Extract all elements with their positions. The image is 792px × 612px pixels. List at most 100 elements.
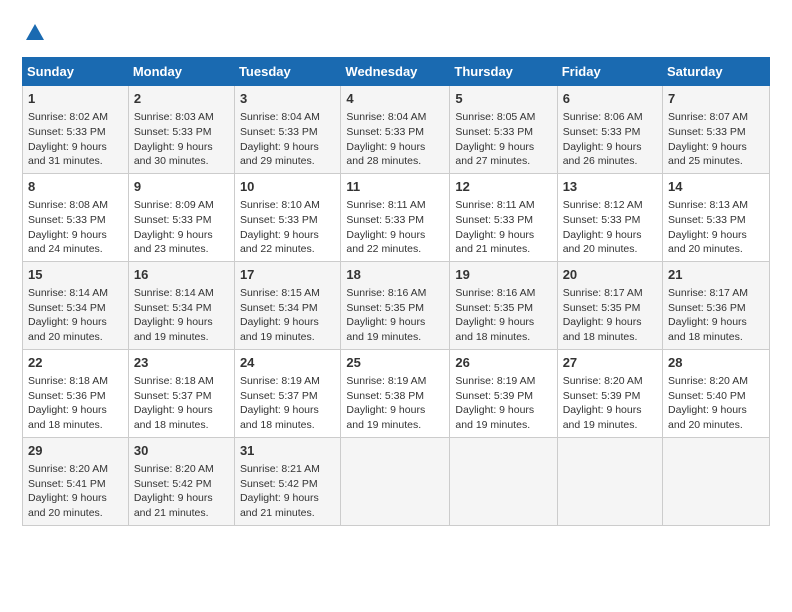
day-info: Daylight: 9 hours xyxy=(668,228,764,243)
calendar-cell: 28Sunrise: 8:20 AMSunset: 5:40 PMDayligh… xyxy=(663,349,770,437)
day-info: Sunrise: 8:19 AM xyxy=(455,374,551,389)
day-info: and 20 minutes. xyxy=(563,242,657,257)
day-info: Sunset: 5:37 PM xyxy=(134,389,229,404)
day-info: Daylight: 9 hours xyxy=(134,228,229,243)
day-info: Daylight: 9 hours xyxy=(455,228,551,243)
week-row-2: 8Sunrise: 8:08 AMSunset: 5:33 PMDaylight… xyxy=(23,173,770,261)
day-info: Daylight: 9 hours xyxy=(28,315,123,330)
calendar-cell: 19Sunrise: 8:16 AMSunset: 5:35 PMDayligh… xyxy=(450,261,557,349)
weekday-header-saturday: Saturday xyxy=(663,58,770,86)
day-info: Sunrise: 8:20 AM xyxy=(563,374,657,389)
day-number: 29 xyxy=(28,442,123,460)
day-info: Sunrise: 8:12 AM xyxy=(563,198,657,213)
calendar-cell xyxy=(557,437,662,525)
day-info: Sunset: 5:33 PM xyxy=(28,213,123,228)
day-info: Sunset: 5:33 PM xyxy=(28,125,123,140)
day-info: Sunset: 5:33 PM xyxy=(455,213,551,228)
day-info: and 31 minutes. xyxy=(28,154,123,169)
day-info: Sunrise: 8:11 AM xyxy=(346,198,444,213)
day-info: Daylight: 9 hours xyxy=(346,315,444,330)
day-info: Sunrise: 8:06 AM xyxy=(563,110,657,125)
day-info: and 20 minutes. xyxy=(28,330,123,345)
day-info: Sunset: 5:34 PM xyxy=(240,301,335,316)
day-info: Sunrise: 8:04 AM xyxy=(240,110,335,125)
day-info: Sunset: 5:42 PM xyxy=(240,477,335,492)
day-number: 2 xyxy=(134,90,229,108)
day-info: Sunrise: 8:14 AM xyxy=(28,286,123,301)
calendar-cell: 6Sunrise: 8:06 AMSunset: 5:33 PMDaylight… xyxy=(557,86,662,174)
day-number: 31 xyxy=(240,442,335,460)
day-number: 22 xyxy=(28,354,123,372)
day-info: Daylight: 9 hours xyxy=(134,403,229,418)
calendar-body: 1Sunrise: 8:02 AMSunset: 5:33 PMDaylight… xyxy=(23,86,770,526)
day-number: 20 xyxy=(563,266,657,284)
day-info: and 19 minutes. xyxy=(240,330,335,345)
day-info: Sunset: 5:33 PM xyxy=(134,213,229,228)
day-info: Sunset: 5:35 PM xyxy=(346,301,444,316)
day-number: 5 xyxy=(455,90,551,108)
calendar-cell: 23Sunrise: 8:18 AMSunset: 5:37 PMDayligh… xyxy=(128,349,234,437)
day-number: 19 xyxy=(455,266,551,284)
day-number: 3 xyxy=(240,90,335,108)
calendar-cell xyxy=(663,437,770,525)
day-info: Daylight: 9 hours xyxy=(668,140,764,155)
day-info: and 27 minutes. xyxy=(455,154,551,169)
calendar-cell: 31Sunrise: 8:21 AMSunset: 5:42 PMDayligh… xyxy=(234,437,340,525)
day-number: 21 xyxy=(668,266,764,284)
calendar-cell: 21Sunrise: 8:17 AMSunset: 5:36 PMDayligh… xyxy=(663,261,770,349)
day-info: Sunrise: 8:21 AM xyxy=(240,462,335,477)
day-info: and 21 minutes. xyxy=(134,506,229,521)
day-info: and 22 minutes. xyxy=(346,242,444,257)
calendar: SundayMondayTuesdayWednesdayThursdayFrid… xyxy=(22,57,770,526)
day-info: Daylight: 9 hours xyxy=(563,403,657,418)
day-info: and 18 minutes. xyxy=(563,330,657,345)
day-info: and 20 minutes. xyxy=(668,418,764,433)
day-info: Daylight: 9 hours xyxy=(455,315,551,330)
day-info: Sunset: 5:33 PM xyxy=(563,213,657,228)
day-info: Daylight: 9 hours xyxy=(134,491,229,506)
day-info: Daylight: 9 hours xyxy=(28,403,123,418)
day-info: Sunset: 5:33 PM xyxy=(240,125,335,140)
day-info: Sunrise: 8:08 AM xyxy=(28,198,123,213)
day-number: 12 xyxy=(455,178,551,196)
day-info: Sunrise: 8:16 AM xyxy=(455,286,551,301)
header xyxy=(22,18,770,49)
day-info: and 28 minutes. xyxy=(346,154,444,169)
day-info: Sunset: 5:33 PM xyxy=(134,125,229,140)
day-info: Sunrise: 8:17 AM xyxy=(668,286,764,301)
day-info: and 18 minutes. xyxy=(455,330,551,345)
day-info: and 19 minutes. xyxy=(563,418,657,433)
day-info: and 18 minutes. xyxy=(668,330,764,345)
day-info: Sunset: 5:39 PM xyxy=(563,389,657,404)
calendar-cell: 5Sunrise: 8:05 AMSunset: 5:33 PMDaylight… xyxy=(450,86,557,174)
day-info: and 20 minutes. xyxy=(668,242,764,257)
day-number: 30 xyxy=(134,442,229,460)
day-number: 25 xyxy=(346,354,444,372)
day-info: Sunrise: 8:20 AM xyxy=(28,462,123,477)
weekday-header-sunday: Sunday xyxy=(23,58,129,86)
calendar-cell: 27Sunrise: 8:20 AMSunset: 5:39 PMDayligh… xyxy=(557,349,662,437)
calendar-cell: 24Sunrise: 8:19 AMSunset: 5:37 PMDayligh… xyxy=(234,349,340,437)
calendar-cell: 11Sunrise: 8:11 AMSunset: 5:33 PMDayligh… xyxy=(341,173,450,261)
calendar-cell: 15Sunrise: 8:14 AMSunset: 5:34 PMDayligh… xyxy=(23,261,129,349)
day-info: Sunrise: 8:19 AM xyxy=(240,374,335,389)
day-info: and 21 minutes. xyxy=(455,242,551,257)
day-info: and 24 minutes. xyxy=(28,242,123,257)
page: SundayMondayTuesdayWednesdayThursdayFrid… xyxy=(0,0,792,536)
day-info: and 21 minutes. xyxy=(240,506,335,521)
weekday-header-thursday: Thursday xyxy=(450,58,557,86)
day-info: Daylight: 9 hours xyxy=(240,228,335,243)
day-info: Daylight: 9 hours xyxy=(455,140,551,155)
day-info: Sunset: 5:39 PM xyxy=(455,389,551,404)
day-info: Sunrise: 8:09 AM xyxy=(134,198,229,213)
day-info: Daylight: 9 hours xyxy=(240,403,335,418)
day-info: Sunset: 5:36 PM xyxy=(668,301,764,316)
day-info: Sunrise: 8:03 AM xyxy=(134,110,229,125)
calendar-cell: 13Sunrise: 8:12 AMSunset: 5:33 PMDayligh… xyxy=(557,173,662,261)
day-info: Sunset: 5:36 PM xyxy=(28,389,123,404)
day-number: 23 xyxy=(134,354,229,372)
day-info: Sunset: 5:33 PM xyxy=(240,213,335,228)
day-number: 4 xyxy=(346,90,444,108)
day-info: and 18 minutes. xyxy=(134,418,229,433)
day-info: Sunrise: 8:20 AM xyxy=(134,462,229,477)
